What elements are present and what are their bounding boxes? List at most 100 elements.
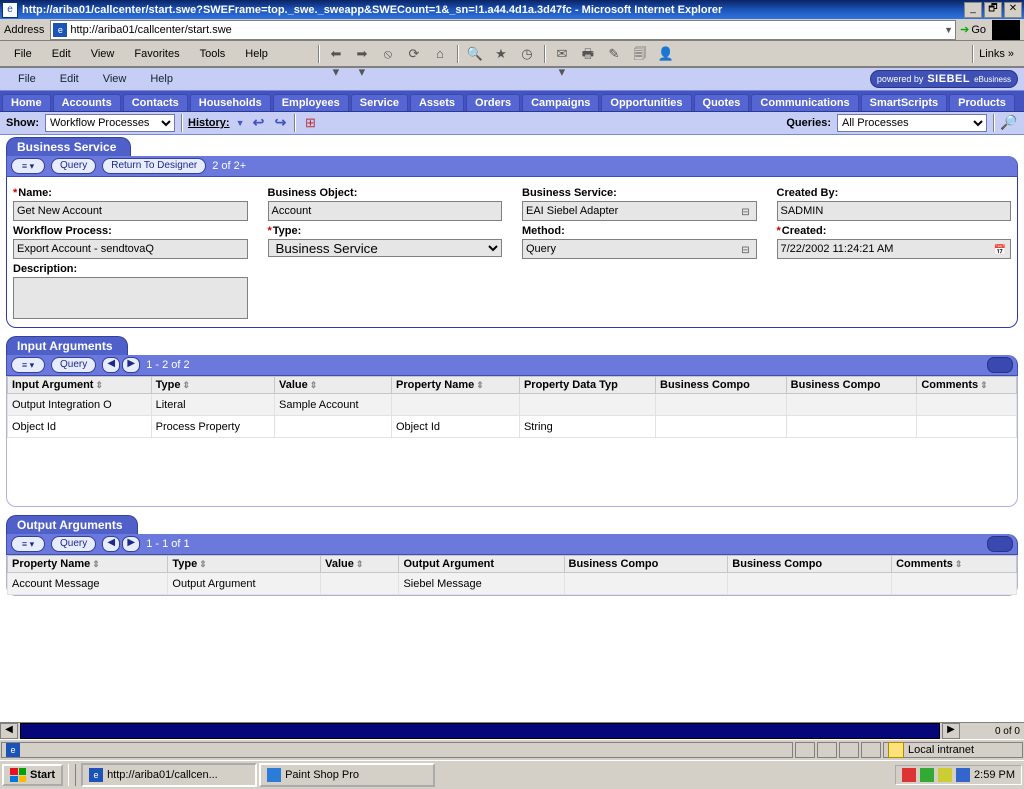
ie-menu-view[interactable]: View	[81, 46, 125, 62]
col-property-name: Property Name⇕	[8, 556, 168, 573]
tray-icon[interactable]	[920, 768, 934, 782]
tab-opportunities[interactable]: Opportunities	[601, 94, 691, 111]
site-map-icon[interactable]: ⊞	[301, 114, 319, 132]
list-row[interactable]: Object IdProcess PropertyObject IdString	[8, 416, 1017, 438]
tray-icon[interactable]	[902, 768, 916, 782]
tab-smartscripts[interactable]: SmartScripts	[861, 94, 947, 111]
applet-menu-button[interactable]: ≡ ▾	[11, 158, 45, 174]
input-arguments-grid[interactable]: Input Argument⇕ Type⇕ Value⇕ Property Na…	[7, 376, 1017, 438]
horizontal-scrollbar[interactable]: ◀ ▶ 0 of 0	[0, 722, 1024, 739]
tab-service[interactable]: Service	[351, 94, 408, 111]
tab-orders[interactable]: Orders	[466, 94, 520, 111]
app-menu-edit[interactable]: Edit	[48, 71, 91, 87]
edit-icon[interactable]: ✎	[605, 45, 623, 63]
query-button[interactable]: Query	[51, 536, 96, 552]
scroll-right-button[interactable]: ▶	[942, 723, 960, 739]
output-arguments-grid[interactable]: Property Name⇕ Type⇕ Value⇕ Output Argum…	[7, 555, 1017, 595]
stop-icon[interactable]: ⦸	[379, 45, 397, 63]
tab-employees[interactable]: Employees	[273, 94, 349, 111]
type-field[interactable]: Business Service	[268, 239, 503, 257]
created-field[interactable]: 7/22/2002 11:24:21 AM 📅	[777, 239, 1012, 259]
links-button[interactable]: Links »	[973, 48, 1020, 60]
tray-icon[interactable]	[956, 768, 970, 782]
ie-menu-help[interactable]: Help	[235, 46, 278, 62]
query-button[interactable]: Query	[51, 357, 96, 373]
history-dropdown-icon[interactable]: ▼	[236, 118, 245, 128]
discuss-icon[interactable]: 🗐	[631, 45, 649, 63]
ie-menu-edit[interactable]: Edit	[42, 46, 81, 62]
messenger-icon[interactable]: 👤	[657, 45, 675, 63]
binoculars-icon[interactable]: 🔎	[1000, 114, 1018, 132]
applet-menu-button[interactable]: ≡ ▾	[11, 357, 45, 373]
tab-communications[interactable]: Communications	[751, 94, 858, 111]
app-menu-view[interactable]: View	[91, 71, 139, 87]
show-dropdown[interactable]: Workflow Processes	[45, 114, 175, 132]
go-button[interactable]: ➔Go	[960, 23, 986, 36]
pick-icon[interactable]: ⊟	[739, 204, 753, 218]
list-row[interactable]: Account MessageOutput ArgumentSiebel Mes…	[8, 573, 1017, 595]
return-to-designer-button[interactable]: Return To Designer	[102, 158, 206, 174]
tray-icon[interactable]	[938, 768, 952, 782]
ie-menu-tools[interactable]: Tools	[190, 46, 236, 62]
name-field[interactable]: Get New Account	[13, 201, 248, 221]
prev-record-button[interactable]: ◀	[102, 536, 120, 552]
maximize-button[interactable]: 🗗	[984, 2, 1002, 18]
search-icon[interactable]: 🔍	[466, 45, 484, 63]
query-button[interactable]: Query	[51, 158, 96, 174]
tab-contacts[interactable]: Contacts	[123, 94, 188, 111]
refresh-icon[interactable]: ⟳	[405, 45, 423, 63]
app-menu-file[interactable]: File	[6, 71, 48, 87]
business-object-field[interactable]: Account	[268, 201, 503, 221]
back-icon[interactable]: ⬅ ▾	[327, 45, 345, 63]
ie-menu-file[interactable]: File	[4, 46, 42, 62]
created-by-label: Created By:	[777, 187, 1012, 199]
close-button[interactable]: ✕	[1004, 2, 1022, 18]
app-menu-help[interactable]: Help	[138, 71, 185, 87]
scroll-left-button[interactable]: ◀	[0, 723, 18, 739]
address-label: Address	[4, 24, 44, 36]
list-row[interactable]: Output Integration OLiteralSample Accoun…	[8, 394, 1017, 416]
history-label[interactable]: History:	[188, 117, 230, 129]
tab-accounts[interactable]: Accounts	[53, 94, 121, 111]
history-back-icon[interactable]: ↩	[250, 116, 266, 130]
history-forward-icon[interactable]: ↪	[272, 116, 288, 130]
description-field[interactable]	[13, 277, 248, 319]
home-icon[interactable]: ⌂	[431, 45, 449, 63]
queries-dropdown[interactable]: All Processes	[837, 114, 987, 132]
address-input[interactable]: e http://ariba01/callcenter/start.swe ▼	[50, 20, 956, 40]
tab-products[interactable]: Products	[949, 94, 1015, 111]
applet-menu-button[interactable]: ≡ ▾	[11, 536, 45, 552]
ie-menubar: File Edit View Favorites Tools Help ⬅ ▾ …	[0, 41, 1024, 67]
task-button-psp[interactable]: Paint Shop Pro	[259, 763, 435, 787]
status-pane	[817, 742, 837, 758]
forward-icon[interactable]: ➡ ▾	[353, 45, 371, 63]
toggle-layout-button[interactable]	[987, 536, 1013, 552]
mail-icon[interactable]: ✉ ▾	[553, 45, 571, 63]
task-button-ie[interactable]: e http://ariba01/callcen...	[81, 763, 257, 787]
prev-record-button[interactable]: ◀	[102, 357, 120, 373]
print-icon[interactable]: 🖶	[579, 45, 597, 63]
toggle-layout-button[interactable]	[987, 357, 1013, 373]
tab-assets[interactable]: Assets	[410, 94, 464, 111]
tab-households[interactable]: Households	[190, 94, 271, 111]
method-field[interactable]: Query ⊟	[522, 239, 757, 259]
business-service-field[interactable]: EAI Siebel Adapter ⊟	[522, 201, 757, 221]
calendar-icon[interactable]: 📅	[993, 242, 1007, 256]
ie-menu-favorites[interactable]: Favorites	[124, 46, 189, 62]
favorites-icon[interactable]: ★	[492, 45, 510, 63]
next-record-button[interactable]: ▶	[122, 536, 140, 552]
pick-icon[interactable]: ⊟	[739, 242, 753, 256]
tab-quotes[interactable]: Quotes	[694, 94, 750, 111]
scroll-track[interactable]	[20, 723, 940, 739]
col-input-argument: Input Argument⇕	[8, 377, 152, 394]
tab-home[interactable]: Home	[2, 94, 51, 111]
minimize-button[interactable]: _	[964, 2, 982, 18]
col-business-compo2: Business Compo	[786, 377, 917, 394]
created-by-field[interactable]: SADMIN	[777, 201, 1012, 221]
history-icon[interactable]: ◷	[518, 45, 536, 63]
system-tray[interactable]: 2:59 PM	[895, 765, 1022, 785]
tab-campaigns[interactable]: Campaigns	[522, 94, 599, 111]
next-record-button[interactable]: ▶	[122, 357, 140, 373]
start-button[interactable]: Start	[2, 764, 63, 786]
workflow-process-field[interactable]: Export Account - sendtovaQ	[13, 239, 248, 259]
